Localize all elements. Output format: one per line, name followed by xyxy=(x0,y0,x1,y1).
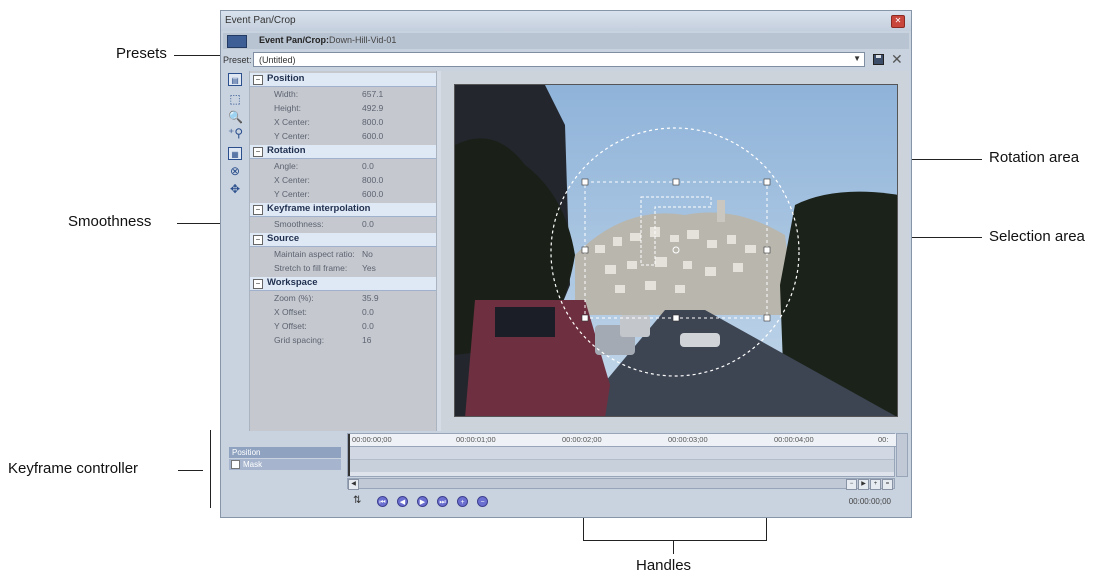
scroll-right-icon[interactable]: ▶ xyxy=(858,479,869,490)
prop-row[interactable]: X Center: 800.0 xyxy=(250,115,436,129)
section-rotation[interactable]: − Rotation xyxy=(250,145,436,159)
header-title: Event Pan/Crop:Down-Hill-Vid-01 xyxy=(259,35,397,45)
prop-row[interactable]: X Offset: 0.0 xyxy=(250,305,436,319)
callout-handles-stem xyxy=(673,540,674,554)
prop-row[interactable]: Height: 492.9 xyxy=(250,101,436,115)
handle-left[interactable] xyxy=(581,246,589,254)
timecode-label: 00:00:02;00 xyxy=(562,435,602,444)
callout-selection-area: Selection area xyxy=(989,228,1085,245)
callout-smoothness: Smoothness xyxy=(68,213,152,230)
vertical-scrollbar[interactable] xyxy=(896,433,908,477)
timecode-label: 00:00:03;00 xyxy=(668,435,708,444)
enable-snapping-icon[interactable]: ▦ xyxy=(228,147,242,160)
handle-top[interactable] xyxy=(672,178,680,186)
prop-row[interactable]: Y Center: 600.0 xyxy=(250,129,436,143)
keyframe-track-list: Position Mask xyxy=(229,447,341,477)
title-bar[interactable]: Event Pan/Crop ✕ xyxy=(221,11,911,31)
track-mask[interactable]: Mask xyxy=(229,459,341,470)
last-keyframe-icon[interactable]: ⏭ xyxy=(437,496,448,507)
prop-row[interactable]: Angle: 0.0 xyxy=(250,159,436,173)
normal-edit-tool-icon[interactable]: ⬚ xyxy=(228,93,242,106)
prop-row[interactable]: Grid spacing: 16 xyxy=(250,333,436,347)
callout-keyframe-controller: Keyframe controller xyxy=(8,460,139,477)
handle-bottom-left[interactable] xyxy=(581,314,589,322)
callout-presets: Presets xyxy=(116,45,167,62)
prop-row[interactable]: Stretch to fill frame: Yes xyxy=(250,261,436,275)
save-preset-icon[interactable] xyxy=(873,54,884,65)
section-keyframe-interpolation[interactable]: − Keyframe interpolation xyxy=(250,203,436,217)
zoom-reset-icon[interactable]: = xyxy=(882,479,893,490)
timecode-label: 00: xyxy=(878,435,889,444)
first-keyframe-icon[interactable]: ⏮ xyxy=(377,496,388,507)
zoom-edit-icon[interactable]: ⁺⚲ xyxy=(228,127,243,140)
preset-value: (Untitled) xyxy=(259,55,296,65)
add-keyframe-icon[interactable]: + xyxy=(457,496,468,507)
timeline-cursor[interactable] xyxy=(348,434,350,476)
callout-rotation-area: Rotation area xyxy=(989,149,1080,166)
close-button[interactable]: ✕ xyxy=(891,15,905,28)
callout-keyframe-bracket xyxy=(210,430,211,508)
sync-cursor-icon[interactable]: ⇅ xyxy=(353,495,361,506)
delete-preset-icon[interactable]: ✕ xyxy=(891,51,903,68)
tool-strip: ▤ ⬚ 🔍 ⁺⚲ ▦ ⊗ ✥ xyxy=(223,71,247,431)
preset-label: Preset: xyxy=(223,55,252,65)
callout-presets-line xyxy=(174,55,220,56)
keyframe-controller: Position Mask 00:00:00;00 00:00:01;00 00… xyxy=(223,433,909,517)
callout-handles: Handles xyxy=(636,557,692,574)
zoom-out-icon[interactable]: − xyxy=(846,479,857,490)
section-source[interactable]: − Source xyxy=(250,233,436,247)
handle-right[interactable] xyxy=(763,246,771,254)
chevron-down-icon[interactable]: ▼ xyxy=(853,54,861,63)
section-workspace[interactable]: − Workspace xyxy=(250,277,436,291)
properties-panel: − Position Width: 657.1 Height: 492.9 X Cen… xyxy=(249,71,436,431)
track-position[interactable]: Position xyxy=(229,447,341,458)
preset-row: Preset: (Untitled) ▼ ✕ xyxy=(223,51,909,70)
prop-row[interactable]: X Center: 800.0 xyxy=(250,173,436,187)
zoom-in-icon[interactable]: + xyxy=(870,479,881,490)
horizontal-scrollbar[interactable]: ◀ − ▶ + = xyxy=(347,478,895,490)
keyframe-row-position[interactable] xyxy=(348,447,894,460)
prop-row[interactable]: Maintain aspect ratio: No xyxy=(250,247,436,261)
timecode-label: 00:00:01;00 xyxy=(456,435,496,444)
prop-row-smoothness[interactable]: Smoothness: 0.0 xyxy=(250,217,436,231)
pan-crop-window: Event Pan/Crop ✕ Event Pan/Crop:Down-Hil… xyxy=(220,10,912,518)
keyframe-button-row: ⇅ ⏮ ◀ ▶ ⏭ + − 00:00:00;00 xyxy=(347,493,895,511)
handle-bottom[interactable] xyxy=(672,314,680,322)
header-subtitle: Down-Hill-Vid-01 xyxy=(329,35,397,45)
keyframe-row-mask[interactable] xyxy=(348,460,894,472)
scroll-left-icon[interactable]: ◀ xyxy=(348,479,359,490)
next-keyframe-icon[interactable]: ▶ xyxy=(417,496,428,507)
move-freely-icon[interactable]: ✥ xyxy=(228,183,242,196)
pan-crop-icon xyxy=(227,35,247,48)
section-position[interactable]: − Position xyxy=(250,73,436,87)
street-scene-image xyxy=(455,85,897,416)
prop-row[interactable]: Zoom (%): 35.9 xyxy=(250,291,436,305)
mask-checkbox[interactable] xyxy=(231,460,240,469)
current-time: 00:00:00;00 xyxy=(848,497,891,506)
preset-dropdown[interactable]: (Untitled) ▼ xyxy=(253,52,865,67)
lock-aspect-ratio-icon[interactable]: ⊗ xyxy=(228,165,242,178)
callout-handles-bracket xyxy=(583,540,767,541)
video-frame-preview[interactable] xyxy=(454,84,898,417)
prop-row[interactable]: Width: 657.1 xyxy=(250,87,436,101)
zoom-tool-icon[interactable]: 🔍 xyxy=(228,111,243,124)
timeline-ruler[interactable]: 00:00:00;00 00:00:01;00 00:00:02;00 00:0… xyxy=(348,434,896,447)
delete-keyframe-icon[interactable]: − xyxy=(477,496,488,507)
prop-row[interactable]: Y Center: 600.0 xyxy=(250,187,436,201)
prop-row[interactable]: Y Offset: 0.0 xyxy=(250,319,436,333)
handle-top-right[interactable] xyxy=(763,178,771,186)
callout-keyframe-controller-line xyxy=(178,470,203,471)
header-bar: Event Pan/Crop:Down-Hill-Vid-01 xyxy=(223,33,909,49)
handle-top-left[interactable] xyxy=(581,178,589,186)
timecode-label: 00:00:00;00 xyxy=(352,435,392,444)
show-properties-icon[interactable]: ▤ xyxy=(228,73,242,86)
previous-keyframe-icon[interactable]: ◀ xyxy=(397,496,408,507)
window-title: Event Pan/Crop xyxy=(225,15,296,26)
handle-bottom-right[interactable] xyxy=(763,314,771,322)
keyframe-timeline[interactable]: 00:00:00;00 00:00:01;00 00:00:02;00 00:0… xyxy=(347,433,896,477)
timecode-label: 00:00:04;00 xyxy=(774,435,814,444)
